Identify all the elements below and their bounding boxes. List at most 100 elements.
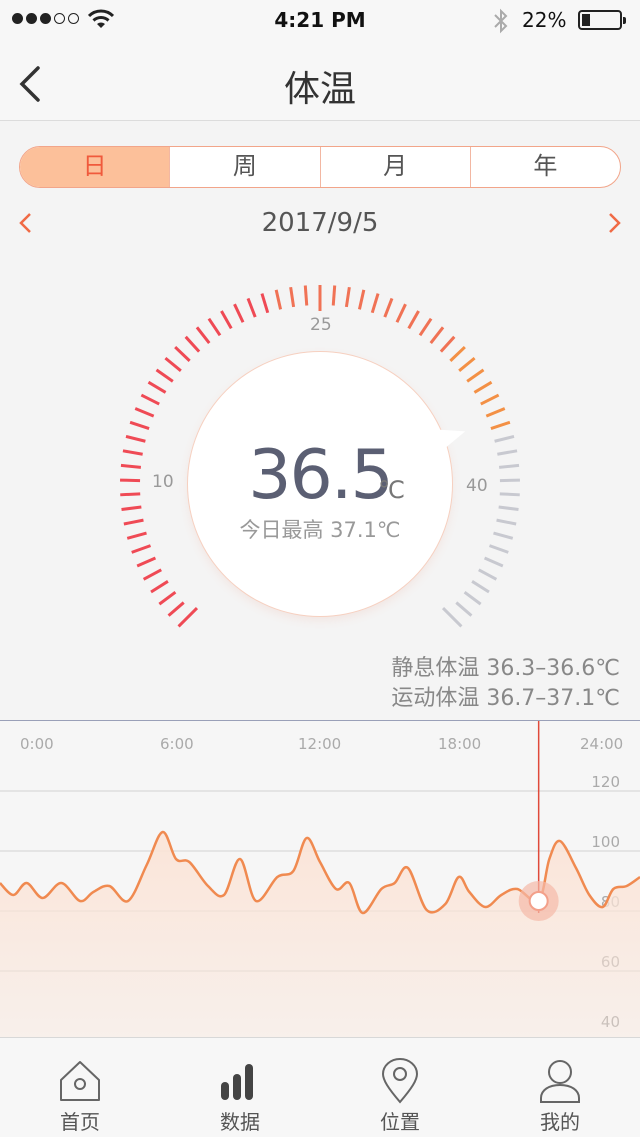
gauge-tick [459,358,474,371]
y-axis-tick-label: 120 [591,773,620,791]
bar-chart-icon [218,1058,262,1102]
gauge-tick [489,546,508,553]
battery-icon [578,10,622,30]
gauge-tick [305,286,306,306]
gauge-tick [420,319,431,336]
temperature-unit: ℃ [378,476,405,504]
gauge-tick [497,520,517,524]
gauge-tick [474,382,491,392]
gauge-tick [346,287,349,307]
activity-temperature-range: 运动体温 36.7–37.1℃ [391,684,620,714]
status-bar: 4:21 PM 22% [0,0,640,40]
gauge-tick [465,592,481,604]
segment-week[interactable]: 周 [169,147,319,187]
battery-percentage: 22% [522,8,566,32]
gauge-tick [120,494,140,495]
gauge-tick [493,533,512,538]
x-axis-tick-label: 0:00 [20,735,54,753]
gauge-tick [397,304,406,322]
gauge-tick [137,558,155,566]
gauge-tick [159,592,175,604]
gauge-tick [221,311,231,328]
tab-profile-label: 我的 [480,1106,640,1135]
gauge-tick [148,382,165,392]
tab-data[interactable]: 数据 [160,1038,320,1137]
tab-profile[interactable]: 我的 [480,1038,640,1137]
x-axis-tick-label: 6:00 [160,735,194,753]
temperature-chart-plot: 0:006:0012:0018:0024:00120100806040 [0,721,640,1039]
scale-label-mid: 25 [310,315,332,335]
resting-temperature-range: 静息体温 36.3–36.6℃ [391,654,620,684]
gauge-tick [121,465,141,467]
gauge-tick [127,533,146,538]
gauge-tick [175,347,189,361]
gauge-tick [485,558,503,566]
segment-month[interactable]: 月 [320,147,470,187]
next-date-icon[interactable] [600,209,626,237]
gauge-tick [209,319,220,336]
today-max-temperature: 今日最高 37.1℃ [200,514,440,544]
gauge-tick [197,327,209,343]
gauge-tick [123,451,143,454]
tab-home-label: 首页 [0,1106,160,1135]
gauge-tick [122,507,142,509]
gauge-tick [276,290,280,310]
gauge-tick [409,311,419,328]
gauge-tick [486,408,504,416]
gauge-tick [495,436,514,441]
bluetooth-icon [492,8,510,34]
gauge-tick [333,286,334,306]
current-date: 2017/9/5 [0,208,640,238]
temperature-ranges: 静息体温 36.3–36.6℃ 运动体温 36.7–37.1℃ [391,654,620,714]
gauge-tick [248,298,255,317]
gauge-tick [291,287,294,307]
gauge-tick [441,337,454,352]
gauge-tick [450,347,464,361]
gauge-tick [151,581,168,592]
x-axis-tick-label: 12:00 [298,735,341,753]
temperature-chart[interactable]: 0:006:0012:0018:0024:00120100806040 [0,720,640,1039]
gauge-tick [499,507,519,509]
profile-icon [538,1058,582,1104]
gauge-tick [144,570,162,579]
gauge-tick [472,581,489,592]
gauge-tick [135,408,153,416]
x-axis-tick-label: 18:00 [438,735,481,753]
tab-home[interactable]: 首页 [0,1038,160,1137]
gauge-tick [491,422,510,428]
scale-label-low: 10 [152,472,174,492]
bottom-tab-bar: 首页 数据 位置 我的 [0,1037,640,1137]
gauge-tick [481,395,499,404]
gauge-tick [179,608,197,626]
gauge-tick [372,294,378,313]
navigation-bar: 体温 [0,40,640,121]
tab-location[interactable]: 位置 [320,1038,480,1137]
gauge-tick [141,395,159,404]
gauge-tick [169,603,184,616]
gauge-tick [456,603,471,616]
gauge-tick [500,494,520,495]
date-navigator: 2017/9/5 [0,203,640,243]
selection-point [530,892,548,910]
tab-data-label: 数据 [160,1106,320,1135]
gauge-tick [479,570,497,579]
gauge-tick [385,298,392,317]
period-segmented-control: 日 周 月 年 [19,146,621,188]
segment-day[interactable]: 日 [20,147,169,187]
gauge-tick [156,370,172,382]
gauge-tick [497,451,517,454]
gauge-tick [431,327,443,343]
scale-label-high: 40 [466,476,488,496]
home-icon [58,1058,102,1102]
page-title: 体温 [0,60,640,112]
gauge-tick [262,294,268,313]
tab-location-label: 位置 [320,1106,480,1135]
gauge-tick [234,304,243,322]
gauge-tick [124,520,144,524]
segment-year[interactable]: 年 [470,147,620,187]
gauge-tick [186,337,199,352]
gauge-tick [130,422,149,428]
gauge-tick [132,546,151,553]
gauge-tick [126,436,145,441]
gauge-tick [443,608,461,626]
